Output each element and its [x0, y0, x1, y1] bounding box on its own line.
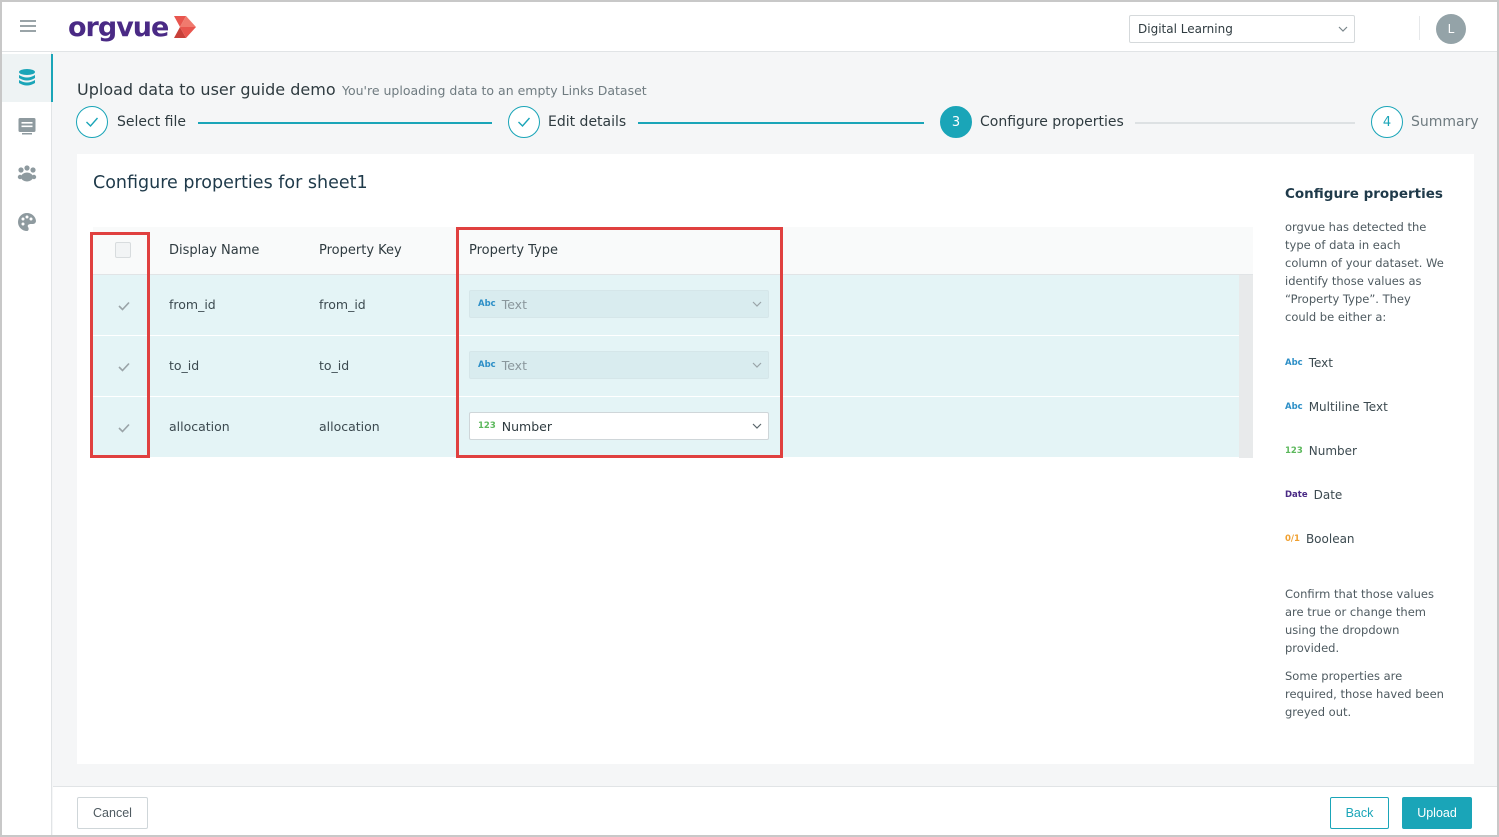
page-title: Upload data to user guide demo	[77, 80, 336, 99]
app-window: orgvue Digital Learning L Upload data to…	[0, 0, 1499, 837]
number-type-icon: 123	[1285, 446, 1303, 456]
cancel-button[interactable]: Cancel	[77, 797, 148, 829]
properties-table: Display Name Property Key Property Type …	[90, 227, 1253, 458]
configure-card: Configure properties for sheet1 Display …	[77, 154, 1474, 764]
step-1-done-icon	[76, 106, 108, 138]
step-connector	[1135, 122, 1355, 124]
help-type-label: Boolean	[1305, 532, 1355, 546]
table-scrollbar[interactable]	[1239, 275, 1253, 458]
row-property-key: from_id	[319, 297, 366, 312]
sidebar-item-org[interactable]	[2, 150, 52, 198]
row-display-name: to_id	[169, 358, 200, 373]
step-4-number: 4	[1371, 106, 1403, 138]
step-1-label: Select file	[117, 114, 186, 130]
step-2-label: Edit details	[548, 114, 627, 130]
checkmark-icon	[86, 117, 99, 128]
orgvue-logo[interactable]: orgvue	[68, 10, 198, 44]
date-type-icon: Date	[1285, 490, 1308, 500]
workspace-select-value: Digital Learning	[1138, 22, 1233, 36]
row-display-name: allocation	[169, 419, 230, 434]
step-connector	[638, 122, 924, 124]
help-type-label: Number	[1308, 444, 1357, 458]
top-bar: orgvue Digital Learning L	[2, 2, 1497, 52]
upload-button[interactable]: Upload	[1402, 797, 1472, 829]
footer-bar: Cancel Back Upload	[53, 786, 1497, 835]
sidebar-item-panels[interactable]	[2, 102, 52, 150]
step-2-done-icon	[508, 106, 540, 138]
help-type-multiline: Abc Multiline Text	[1285, 400, 1388, 414]
step-connector	[198, 122, 492, 124]
row-display-name: from_id	[169, 297, 216, 312]
multiline-text-type-icon: Abc	[1285, 402, 1303, 412]
card-title: Configure properties for sheet1	[93, 173, 368, 193]
text-type-icon: Abc	[1285, 358, 1303, 368]
step-4-label: Summary	[1411, 114, 1479, 130]
logo-mark-icon	[174, 16, 197, 38]
help-confirm: Confirm that those values are true or ch…	[1285, 587, 1434, 655]
workspace-select[interactable]: Digital Learning	[1129, 15, 1355, 43]
palette-icon	[18, 212, 36, 231]
column-property-key: Property Key	[319, 243, 402, 258]
sidebar-item-datasets[interactable]	[2, 54, 53, 102]
paw-icon	[17, 165, 37, 182]
help-type-label: Date	[1313, 488, 1343, 502]
checkmark-icon	[518, 117, 531, 128]
step-3-number: 3	[940, 106, 972, 138]
help-type-text: Abc Text	[1285, 356, 1333, 370]
boolean-type-icon: 0/1	[1285, 534, 1300, 544]
help-type-number: 123 Number	[1285, 444, 1357, 458]
highlight-box-property-type	[456, 227, 783, 458]
help-type-boolean: 0/1 Boolean	[1285, 532, 1355, 546]
column-display-name: Display Name	[169, 243, 260, 258]
chevron-down-icon	[1338, 26, 1348, 32]
back-button[interactable]: Back	[1330, 797, 1389, 829]
help-required-note: Some properties are required, those have…	[1285, 669, 1444, 719]
help-type-label: Multiline Text	[1308, 400, 1388, 414]
row-property-key: to_id	[319, 358, 350, 373]
left-sidebar	[2, 52, 53, 835]
help-title: Configure properties	[1285, 186, 1443, 202]
divider	[1419, 16, 1420, 40]
highlight-box-checkboxes	[90, 232, 150, 458]
help-panel: Configure properties orgvue has detected…	[1285, 186, 1445, 719]
database-icon	[19, 69, 35, 86]
row-property-key: allocation	[319, 419, 380, 434]
user-avatar[interactable]: L	[1436, 14, 1466, 44]
help-type-date: Date Date	[1285, 488, 1342, 502]
sidebar-item-themes[interactable]	[2, 198, 52, 246]
logo-text: orgvue	[68, 11, 169, 43]
list-panel-icon	[18, 118, 36, 135]
step-3-label: Configure properties	[980, 114, 1124, 130]
page-subtitle: You're uploading data to an empty Links …	[342, 83, 647, 98]
help-type-label: Text	[1308, 356, 1333, 370]
help-intro: orgvue has detected the type of data in …	[1285, 220, 1444, 324]
menu-icon[interactable]	[20, 20, 36, 32]
